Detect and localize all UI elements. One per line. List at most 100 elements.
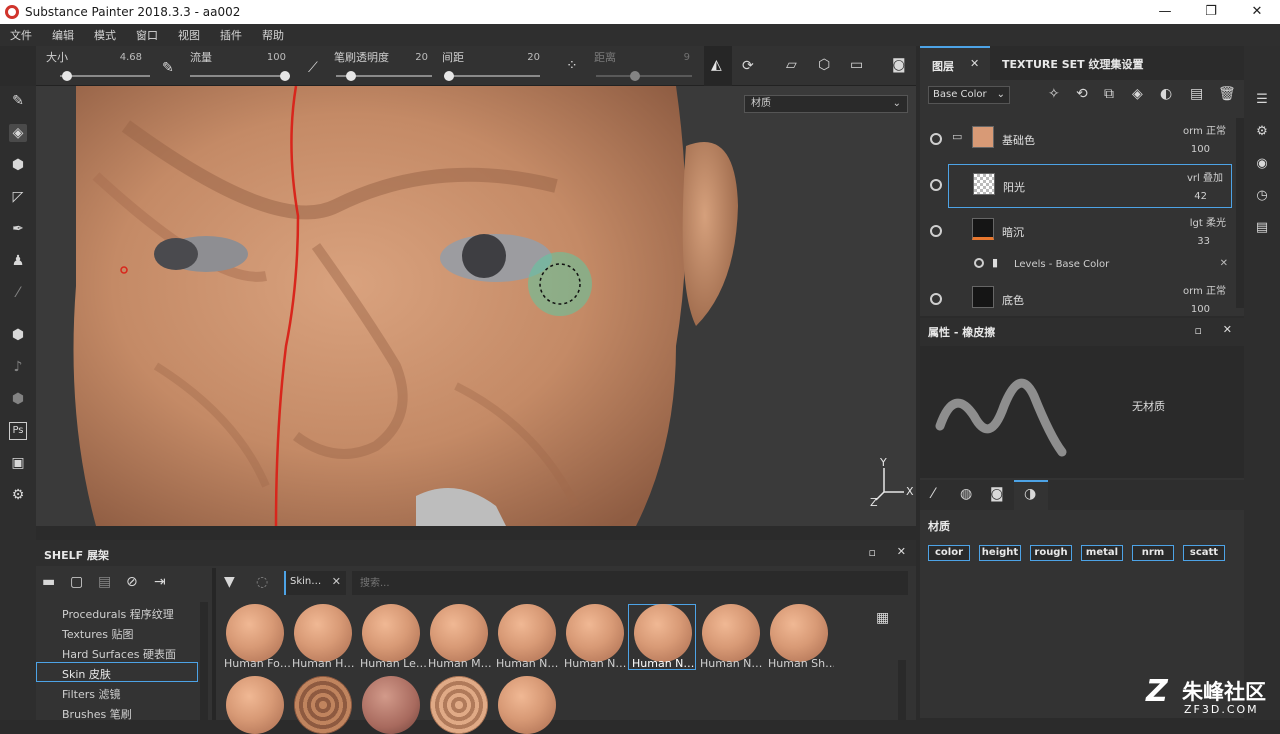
flow-slider-track[interactable] xyxy=(190,75,290,77)
close-icon[interactable]: ✕ xyxy=(897,545,906,558)
layer-row[interactable]: 暗沉 lgt 柔光 33 xyxy=(920,210,1234,254)
opacity-slider-knob[interactable] xyxy=(346,71,356,81)
menu-mode[interactable]: 模式 xyxy=(84,27,126,43)
skin-material-ball[interactable] xyxy=(226,604,284,662)
skin-material-ball[interactable] xyxy=(566,604,624,662)
video-icon[interactable]: ▭ xyxy=(850,57,863,73)
3d-viewport[interactable]: Y X Z 材质 ⌄ xyxy=(36,86,916,526)
color-picker-icon[interactable]: ⁄ xyxy=(9,284,27,302)
layers-panel-icon[interactable]: ☰ xyxy=(1254,92,1270,108)
menu-file[interactable]: 文件 xyxy=(0,27,42,43)
flow-slider-knob[interactable] xyxy=(280,71,290,81)
skin-material-ball[interactable] xyxy=(498,604,556,662)
brush-tab-icon[interactable]: ⁄ xyxy=(932,486,934,502)
bake-tool-icon[interactable]: ⬢ xyxy=(9,326,27,344)
opacity-value[interactable]: 20 xyxy=(392,52,428,63)
skin-material-ball[interactable] xyxy=(498,676,556,734)
import-icon[interactable]: ⇥ xyxy=(154,574,166,590)
skin-material-ball[interactable] xyxy=(430,676,488,734)
shelf-category[interactable]: Textures 贴图 xyxy=(62,626,134,642)
add-effect-icon[interactable]: ✧ xyxy=(1048,86,1060,102)
skin-material-ball[interactable] xyxy=(294,604,352,662)
skin-material-ball[interactable] xyxy=(362,604,420,662)
filter-icon[interactable]: ▼ xyxy=(224,574,235,590)
display-mode-icon[interactable]: ⬡ xyxy=(818,57,830,73)
smudge-tool-icon[interactable]: ✒ xyxy=(9,220,27,238)
hide-icon[interactable]: ⊘ xyxy=(126,574,138,590)
spacing-slider-knob[interactable] xyxy=(444,71,454,81)
add-fill-layer-icon[interactable]: ◈ xyxy=(1132,86,1143,102)
pen-pressure-icon[interactable]: ✎ xyxy=(162,60,174,76)
menu-edit[interactable]: 编辑 xyxy=(42,27,84,43)
layer-blend-mode[interactable]: lgt 柔光 xyxy=(1190,214,1226,229)
layer-blend-mode[interactable]: orm 正常 xyxy=(1183,282,1226,297)
plugin-icon[interactable]: ⬢ xyxy=(9,390,27,408)
float-panel-icon[interactable]: ▫ xyxy=(1195,324,1202,337)
layer-row[interactable]: 底色 orm 正常 100 xyxy=(920,278,1234,316)
shelf-category-selected[interactable]: Skin 皮肤 xyxy=(36,662,198,682)
skin-material-ball[interactable] xyxy=(226,676,284,734)
channel-nrm-toggle[interactable]: nrm xyxy=(1132,545,1174,561)
menu-window[interactable]: 窗口 xyxy=(126,27,168,43)
remove-filter-icon[interactable]: ✕ xyxy=(332,575,341,588)
channel-rough-toggle[interactable]: rough xyxy=(1030,545,1072,561)
visibility-eye-icon[interactable] xyxy=(930,179,942,191)
folder-icon[interactable]: ▬ xyxy=(42,574,55,590)
shelf-category[interactable]: Filters 滤镜 xyxy=(62,686,120,702)
layers-scrollbar[interactable] xyxy=(1236,118,1244,308)
shelf-scrollbar[interactable] xyxy=(898,660,906,720)
visibility-eye-icon[interactable] xyxy=(930,133,942,145)
bell-icon[interactable]: ♪ xyxy=(9,358,27,376)
layer-blend-mode[interactable]: vrl 叠加 xyxy=(1187,169,1223,184)
channel-height-toggle[interactable]: height xyxy=(979,545,1021,561)
menu-view[interactable]: 视图 xyxy=(168,27,210,43)
material-tab[interactable]: ◑ xyxy=(1014,480,1048,510)
channel-metal-toggle[interactable]: metal xyxy=(1081,545,1123,561)
paint-brush-icon[interactable]: ✎ xyxy=(9,92,27,110)
minimize-button[interactable]: — xyxy=(1142,0,1188,24)
skin-material-ball[interactable] xyxy=(702,604,760,662)
pen-pressure-icon-2[interactable]: ⟋ xyxy=(308,60,318,76)
layer-row-selected[interactable]: 阳光 vrl 叠加 42 xyxy=(948,164,1232,208)
effect-row[interactable]: ▮ Levels - Base Color ✕ xyxy=(970,256,1232,274)
add-mask-icon[interactable]: ◐ xyxy=(1160,86,1172,102)
float-panel-icon[interactable]: ▫ xyxy=(869,546,876,559)
stencil-tab-icon[interactable]: ◙ xyxy=(990,486,1004,502)
distance-value[interactable]: 9 xyxy=(654,52,690,63)
layer-blend-mode[interactable]: orm 正常 xyxy=(1183,122,1226,137)
close-button[interactable]: ✕ xyxy=(1234,0,1280,24)
shelf-category[interactable]: Procedurals 程序纹理 xyxy=(62,606,174,622)
lazy-mouse-icon[interactable]: ⁘ xyxy=(566,58,578,74)
close-tab-icon[interactable]: ✕ xyxy=(970,57,979,70)
delete-layer-icon[interactable]: 🗑 xyxy=(1218,86,1236,102)
filter-tag[interactable]: Skin… ✕ xyxy=(284,571,346,595)
add-folder-icon[interactable]: ▤ xyxy=(1190,86,1203,102)
visibility-eye-icon[interactable] xyxy=(930,293,942,305)
clone-tool-icon[interactable]: ♟ xyxy=(9,252,27,270)
tab-layers[interactable]: 图层 ✕ xyxy=(920,46,990,80)
shelf-category[interactable]: Hard Surfaces 硬表面 xyxy=(62,646,176,662)
category-scrollbar[interactable] xyxy=(200,602,208,720)
texture-set-icon[interactable]: ⚙ xyxy=(1254,124,1270,140)
visibility-eye-icon[interactable] xyxy=(930,225,942,237)
viewport-material-select[interactable]: 材质 ⌄ xyxy=(744,95,908,113)
close-icon[interactable]: ✕ xyxy=(1223,323,1232,336)
skin-material-ball[interactable] xyxy=(294,676,352,734)
environment-icon[interactable]: ⟳ xyxy=(742,58,754,74)
save-icon[interactable]: ▤ xyxy=(98,574,111,590)
skin-material-ball[interactable] xyxy=(362,676,420,734)
image-export-icon[interactable]: ▣ xyxy=(9,454,27,472)
skin-material-ball[interactable] xyxy=(430,604,488,662)
spacing-value[interactable]: 20 xyxy=(504,52,540,63)
settings-icon[interactable]: ⚙ xyxy=(9,486,27,504)
layer-opacity[interactable]: 42 xyxy=(1194,191,1207,202)
history-icon[interactable]: ◷ xyxy=(1254,188,1270,204)
skin-material-ball[interactable] xyxy=(634,604,692,662)
projection-tool-icon[interactable]: ⬢ xyxy=(9,156,27,174)
camera-perspective-icon[interactable]: ▱ xyxy=(786,57,797,73)
remove-effect-icon[interactable]: ✕ xyxy=(1220,258,1228,269)
tab-texture-set[interactable]: TEXTURE SET 纹理集设置 xyxy=(1002,56,1144,72)
layer-opacity[interactable]: 100 xyxy=(1191,304,1210,315)
restore-button[interactable]: ❐ xyxy=(1188,0,1234,24)
distance-slider-track[interactable] xyxy=(596,75,692,77)
